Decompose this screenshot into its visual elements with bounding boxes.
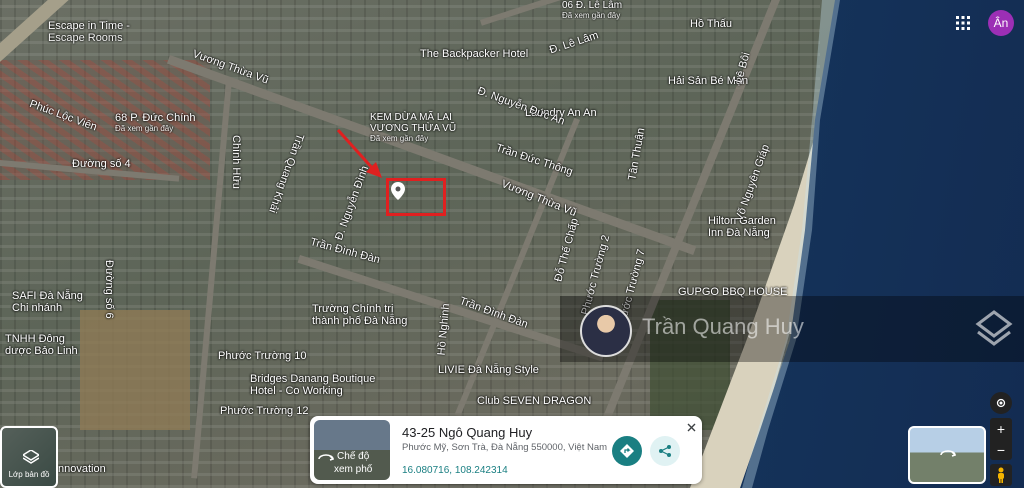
zoom-in-button[interactable]: + bbox=[990, 418, 1012, 439]
my-location-icon bbox=[996, 398, 1006, 408]
layers-icon bbox=[23, 450, 39, 464]
place-coordinates[interactable]: 16.080716, 108.242314 bbox=[402, 465, 508, 476]
share-icon bbox=[659, 445, 671, 457]
pegman-button[interactable] bbox=[990, 464, 1012, 486]
streetview-thumbnail[interactable]: Chế độ xem phố bbox=[314, 420, 390, 480]
streetview-preview-icon bbox=[940, 450, 956, 457]
place-title: 43-25 Ngô Quang Huy bbox=[402, 425, 533, 440]
layers-button[interactable]: Lớp bản đồ bbox=[0, 426, 58, 488]
watermark-avatar bbox=[580, 305, 632, 357]
zoom-out-button[interactable]: − bbox=[990, 439, 1012, 460]
layers-label: Lớp bản đồ bbox=[8, 470, 50, 479]
directions-icon bbox=[620, 444, 634, 458]
watermark-logo-icon bbox=[975, 310, 1013, 346]
directions-button[interactable] bbox=[612, 436, 642, 466]
zoom-controls: + − bbox=[990, 418, 1012, 460]
place-address: Phước Mỹ, Sơn Trà, Đà Nẵng 550000, Việt … bbox=[402, 442, 608, 453]
streetview-preview[interactable] bbox=[908, 426, 986, 484]
my-location-button[interactable] bbox=[990, 392, 1012, 414]
satellite-map[interactable]: Escape in Time - Escape Rooms 68 P. Đức C… bbox=[0, 0, 1024, 488]
pegman-icon bbox=[998, 467, 1004, 483]
streetview-label: Chế độ xem phố bbox=[334, 450, 372, 476]
close-button[interactable] bbox=[682, 418, 700, 436]
streetview-label-line1: Chế độ bbox=[337, 451, 370, 462]
location-pin-icon[interactable] bbox=[391, 182, 405, 200]
avatar[interactable]: Ân bbox=[988, 10, 1014, 36]
streetview-icon bbox=[318, 454, 334, 461]
watermark-text: Trần Quang Huy bbox=[642, 314, 804, 339]
share-button[interactable] bbox=[650, 436, 680, 466]
streetview-label-line2: xem phố bbox=[334, 464, 373, 475]
annotation-arrow bbox=[336, 128, 382, 178]
place-info-card[interactable]: Chế độ xem phố 43-25 Ngô Quang Huy Phước… bbox=[310, 416, 702, 484]
apps-grid-icon[interactable] bbox=[950, 10, 976, 36]
close-icon bbox=[687, 423, 695, 431]
